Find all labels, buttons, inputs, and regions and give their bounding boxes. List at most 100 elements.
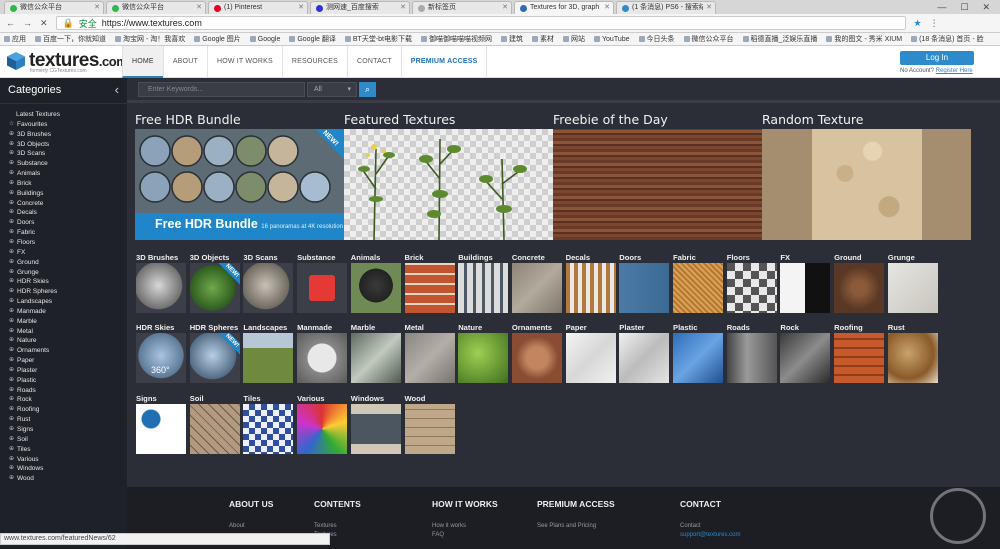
featured-textures-image[interactable] [344, 129, 553, 240]
tab-close-icon[interactable]: ✕ [502, 2, 508, 14]
bookmark-item[interactable]: 我的图文 - 秀米 XIUM [826, 34, 902, 44]
category-thumbnail[interactable] [404, 404, 455, 454]
tab-close-icon[interactable]: ✕ [196, 2, 202, 14]
category-tile[interactable]: 3D Objects NEW! [189, 252, 240, 313]
bookmark-item[interactable]: (18 条消息) 首页 - 脸 [911, 34, 984, 44]
sidebar-item[interactable]: ⊕ Landscapes [0, 297, 127, 307]
category-tile[interactable]: Tiles [243, 393, 294, 454]
url-field[interactable]: 🔒 安全 https://www.textures.com [55, 16, 906, 30]
sidebar-item[interactable]: ⊕ Ornaments [0, 346, 127, 356]
category-tile[interactable]: Floors [726, 252, 777, 313]
category-tile[interactable]: 3D Scans [243, 252, 294, 313]
search-input[interactable]: Enter Keywords... [138, 82, 305, 97]
bookmark-item[interactable]: 建筑 [501, 34, 523, 44]
category-tile[interactable]: Fabric [673, 252, 723, 313]
category-tile[interactable]: Metal [404, 322, 455, 383]
bookmark-item[interactable]: 微信公众平台 [684, 34, 734, 44]
window-controls[interactable]: — ☐ ✕ [937, 2, 1000, 13]
nav-how-it-works[interactable]: HOW IT WORKS [206, 46, 282, 78]
bookmark-item[interactable]: 淘宝网 - 淘！我喜欢 [115, 34, 185, 44]
tab-close-icon[interactable]: ✕ [400, 2, 406, 14]
bookmark-item[interactable]: YouTube [594, 36, 630, 43]
category-tile[interactable]: Animals [350, 252, 401, 313]
category-thumbnail[interactable] [243, 333, 294, 383]
feature-hdr-bundle[interactable]: Free HDR Bundle Free HDR Bundle 16 panor… [135, 111, 344, 240]
footer-link-contact[interactable]: Contact [680, 523, 740, 529]
category-tile[interactable]: Paper [565, 322, 616, 383]
tab-close-icon[interactable]: ✕ [94, 2, 100, 14]
sidebar-item[interactable]: ⊕ Various [0, 455, 127, 465]
nav-premium-access[interactable]: PREMIUM ACCESS [400, 46, 488, 78]
category-tile[interactable]: Ornaments [511, 322, 562, 383]
category-thumbnail[interactable] [780, 263, 831, 313]
category-thumbnail[interactable] [565, 333, 616, 383]
category-thumbnail[interactable] [780, 333, 831, 383]
category-thumbnail[interactable] [673, 333, 723, 383]
sidebar-item[interactable]: ⊕ Wood [0, 474, 127, 484]
bookmark-item[interactable]: 网站 [563, 34, 585, 44]
category-tile[interactable]: Marble [350, 322, 401, 383]
category-tile[interactable]: Plaster [619, 322, 670, 383]
sidebar-item[interactable]: ⊕ Marble [0, 317, 127, 327]
category-thumbnail[interactable]: 360° [136, 333, 186, 383]
category-tile[interactable]: Grunge [887, 252, 938, 313]
category-tile[interactable]: Substance [297, 252, 348, 313]
sidebar-item[interactable]: ⊕ Doors [0, 218, 127, 228]
category-tile[interactable]: Wood [404, 393, 455, 454]
category-tile[interactable]: Windows [350, 393, 401, 454]
category-tile[interactable]: Buildings [458, 252, 509, 313]
sidebar-item[interactable]: ⊕ Floors [0, 238, 127, 248]
category-tile[interactable]: HDR Skies 360° [136, 322, 186, 383]
bookmark-item[interactable]: 素材 [532, 34, 554, 44]
category-tile[interactable]: Manmade [297, 322, 348, 383]
category-thumbnail[interactable] [887, 263, 938, 313]
browser-tab[interactable]: 微信公众平台 ✕ [106, 1, 206, 14]
menu-icon[interactable]: ⋮ [930, 18, 939, 29]
sidebar-item[interactable]: ⊕ HDR Skies [0, 277, 127, 287]
category-thumbnail[interactable] [511, 263, 562, 313]
sidebar-item[interactable]: ⊕ Animals [0, 169, 127, 179]
category-thumbnail[interactable] [350, 404, 401, 454]
category-thumbnail[interactable] [350, 333, 401, 383]
category-thumbnail[interactable] [458, 333, 509, 383]
sidebar-item[interactable]: ⊕ Nature [0, 336, 127, 346]
sidebar-item[interactable]: ⊕ HDR Spheres [0, 287, 127, 297]
category-tile[interactable]: Concrete [511, 252, 562, 313]
star-icon[interactable]: ★ [914, 18, 922, 29]
sidebar-item[interactable]: ⊕ Soil [0, 435, 127, 445]
sidebar-item[interactable]: ⊕ Windows [0, 464, 127, 474]
sidebar-item[interactable]: ⊕ 3D Scans [0, 149, 127, 159]
footer-link-about[interactable]: About [229, 523, 273, 529]
browser-tab[interactable]: Textures for 3D, graph ✕ [514, 1, 614, 14]
browser-tab[interactable]: (1) Pinterest ✕ [208, 1, 308, 14]
tab-close-icon[interactable]: ✕ [604, 2, 610, 14]
nav-resources[interactable]: RESOURCES [281, 46, 347, 78]
sidebar-item[interactable]: ⊕ Plaster [0, 366, 127, 376]
sidebar-item[interactable]: ⊕ Plastic [0, 376, 127, 386]
sidebar-item[interactable]: ⊕ Brick [0, 179, 127, 189]
category-tile[interactable]: Brick [404, 252, 455, 313]
category-tile[interactable]: HDR Spheres NEW! [189, 322, 240, 383]
sidebar-item[interactable]: ⊕ Signs [0, 425, 127, 435]
random-texture-image[interactable] [762, 129, 971, 240]
sidebar-item[interactable]: ⊕ Buildings [0, 189, 127, 199]
category-thumbnail[interactable] [243, 263, 294, 313]
bookmark-item[interactable]: Google 翻译 [289, 34, 336, 44]
chevron-left-icon[interactable]: ‹ [115, 78, 119, 102]
footer-link-how[interactable]: How it works [432, 523, 498, 529]
close-window-icon[interactable]: ✕ [982, 2, 990, 13]
sidebar-item[interactable]: ⊕ Tiles [0, 445, 127, 455]
maximize-icon[interactable]: ☐ [960, 2, 968, 13]
stop-icon[interactable]: ✕ [40, 18, 48, 29]
feature-freebie-of-the-day[interactable]: Freebie of the Day [553, 111, 762, 240]
category-tile[interactable]: Roads [726, 322, 777, 383]
footer-link-email[interactable]: support@textures.com [680, 532, 740, 538]
category-tile[interactable]: Roofing [834, 322, 885, 383]
bookmark-item[interactable]: Google 图片 [194, 34, 241, 44]
category-thumbnail[interactable] [834, 263, 885, 313]
footer-link-plans[interactable]: See Plans and Pricing [537, 523, 615, 529]
sidebar-item[interactable]: ⊕ Rust [0, 415, 127, 425]
category-tile[interactable]: Various [297, 393, 348, 454]
category-tile[interactable]: Signs [136, 393, 186, 454]
sidebar-item[interactable]: ⊕ Metal [0, 327, 127, 337]
